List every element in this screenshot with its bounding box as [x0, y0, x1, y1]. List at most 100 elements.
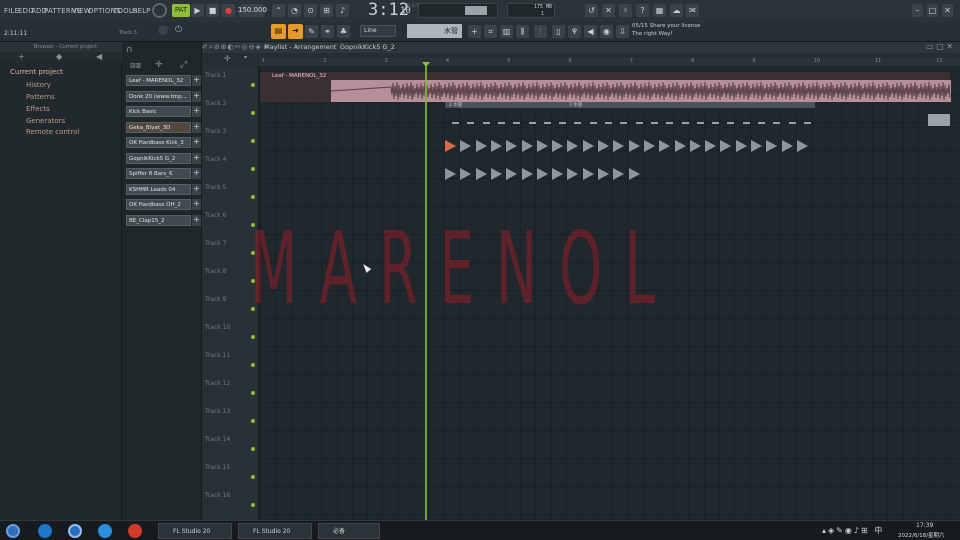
kick-pattern-note[interactable]: [552, 168, 564, 180]
pencil-icon[interactable]: ✎: [305, 25, 318, 38]
step-note[interactable]: [635, 122, 643, 124]
step-note[interactable]: [452, 122, 459, 124]
taskbar-app-3[interactable]: 必备: [318, 523, 380, 539]
track-label[interactable]: Track 6: [205, 212, 226, 219]
channel-button[interactable]: OK Hardbass OH_2: [126, 199, 191, 210]
channel-button[interactable]: OK Hardbass Kick_3: [126, 137, 191, 148]
tree-generators[interactable]: Generators: [26, 117, 65, 125]
track-label[interactable]: Track 7: [205, 240, 226, 247]
kick-pattern-note[interactable]: [628, 168, 640, 180]
step-note[interactable]: [712, 122, 720, 124]
track-mute-led[interactable]: [251, 167, 255, 171]
kick-pattern-note[interactable]: [705, 140, 717, 152]
kick-pattern-note[interactable]: [659, 140, 671, 152]
step-note[interactable]: [727, 122, 735, 124]
kick-pattern-note[interactable]: [735, 140, 747, 152]
track-label[interactable]: Track 3: [205, 128, 226, 135]
picker-expand-icon[interactable]: ⤢: [180, 60, 187, 70]
browser-tag-icon[interactable]: ◆: [56, 52, 62, 61]
track-label[interactable]: Track 11: [205, 352, 230, 359]
step-note[interactable]: [528, 122, 536, 124]
kick-pattern-note[interactable]: [689, 140, 701, 152]
track-mute-led[interactable]: [251, 419, 255, 423]
channel-button[interactable]: Leaf - MARENOL_32: [126, 75, 191, 86]
playlist-tools-icons[interactable]: ✐⌕⊘⊕◐✂◎⊖◈ ▸: [202, 43, 270, 52]
channel-add-icon[interactable]: +: [192, 121, 201, 133]
netease-music-icon[interactable]: [128, 524, 142, 538]
step-note[interactable]: [513, 122, 521, 124]
kick-pattern-note[interactable]: [536, 140, 548, 152]
kick-pattern-note[interactable]: [460, 168, 472, 180]
channel-rack-icon[interactable]: ⌗: [484, 25, 497, 38]
step-note[interactable]: [497, 122, 505, 124]
track-mute-led[interactable]: [251, 195, 255, 199]
download-icon[interactable]: ⇩: [616, 25, 629, 38]
wait-input-icon[interactable]: ◔: [288, 4, 301, 17]
news-icon[interactable]: ✉: [686, 4, 699, 17]
piano-roll-arrow-icon[interactable]: ➜: [288, 24, 303, 39]
playlist-icon[interactable]: ▤: [271, 24, 286, 39]
playlist-ruler[interactable]: 1 2 3 4 5 6 7 8 9 10 11 12: [260, 58, 960, 66]
track-mute-led[interactable]: [251, 335, 255, 339]
close-icon[interactable]: ✕: [942, 4, 953, 17]
pattern-clip-header[interactable]: 2 水管 3 水管: [445, 102, 815, 108]
step-note[interactable]: [681, 122, 689, 124]
kick-pattern-note[interactable]: [567, 140, 579, 152]
countdown-icon[interactable]: ⊙: [304, 4, 317, 17]
pitch-knob[interactable]: [158, 25, 168, 35]
step-note[interactable]: [589, 122, 597, 124]
picker-magnet-icon[interactable]: ∩: [126, 45, 133, 55]
kick-pattern-note[interactable]: [475, 140, 487, 152]
plug-icon[interactable]: ♆: [568, 25, 581, 38]
kick-pattern-note[interactable]: [552, 140, 564, 152]
channel-add-icon[interactable]: +: [192, 106, 201, 117]
tempo-display[interactable]: 150.000: [238, 4, 267, 17]
kick-pattern-note[interactable]: [598, 168, 609, 180]
kick-pattern-note[interactable]: [521, 140, 533, 152]
track-label[interactable]: Track 10: [205, 324, 230, 331]
picker-move-icon[interactable]: ✛: [155, 60, 163, 70]
pattern-select[interactable]: 水管: [407, 24, 462, 38]
channel-add-icon[interactable]: +: [192, 183, 201, 195]
speaker-icon[interactable]: ◀: [584, 25, 597, 38]
channel-add-icon[interactable]: +: [192, 75, 201, 86]
record-button[interactable]: ●: [222, 4, 235, 17]
taskbar-fl-studio-1[interactable]: FL Studio 20: [158, 523, 232, 539]
track-mute-led[interactable]: [251, 139, 255, 143]
kick-pattern-note[interactable]: [613, 140, 625, 152]
step-note[interactable]: [788, 122, 796, 124]
step-note[interactable]: [574, 122, 582, 124]
playlist-snap-icon[interactable]: ▾: [244, 54, 247, 61]
channel-button[interactable]: Geka_Blyat_3D: [126, 121, 191, 133]
track-mute-led[interactable]: [251, 111, 255, 115]
history-icon[interactable]: ⏻: [175, 25, 182, 35]
plugin-picker-icon[interactable]: ▦: [653, 4, 666, 17]
track-mute-led[interactable]: [251, 391, 255, 395]
channel-add-icon[interactable]: +: [192, 152, 201, 164]
track-label[interactable]: Track 12: [205, 380, 230, 387]
track-label[interactable]: Track 15: [205, 464, 230, 471]
kick-pattern-note[interactable]: [506, 168, 518, 180]
master-volume-knob[interactable]: [152, 3, 167, 18]
tree-current-project[interactable]: Current project: [10, 68, 63, 76]
search-app-icon[interactable]: [68, 524, 82, 538]
kick-pattern-note[interactable]: [598, 140, 609, 152]
track-label[interactable]: Track 9: [205, 296, 226, 303]
channel-add-icon[interactable]: +: [192, 90, 201, 102]
blend-notes-icon[interactable]: ♪: [336, 4, 349, 17]
track-label[interactable]: Track 8: [205, 268, 226, 275]
metronome-icon[interactable]: ⌃: [272, 4, 285, 17]
step-note[interactable]: [605, 122, 612, 124]
file-icon[interactable]: ▯: [552, 25, 565, 38]
taskbar-fl-studio-2[interactable]: FL Studio 20: [238, 523, 312, 539]
audio-clip-small[interactable]: [928, 114, 950, 126]
tree-effects[interactable]: Effects: [26, 105, 50, 113]
browser-add-icon[interactable]: +: [18, 52, 25, 61]
tree-history[interactable]: History: [26, 81, 51, 89]
edge-icon[interactable]: [98, 524, 112, 538]
kick-pattern-note[interactable]: [766, 140, 778, 152]
stamp-icon[interactable]: ♣: [337, 25, 350, 38]
kick-pattern-note[interactable]: [582, 140, 594, 152]
audio-clip[interactable]: Leaf - MARENOL_32: [260, 72, 951, 102]
clock-date[interactable]: 2022/6/18/星期六: [898, 531, 945, 539]
